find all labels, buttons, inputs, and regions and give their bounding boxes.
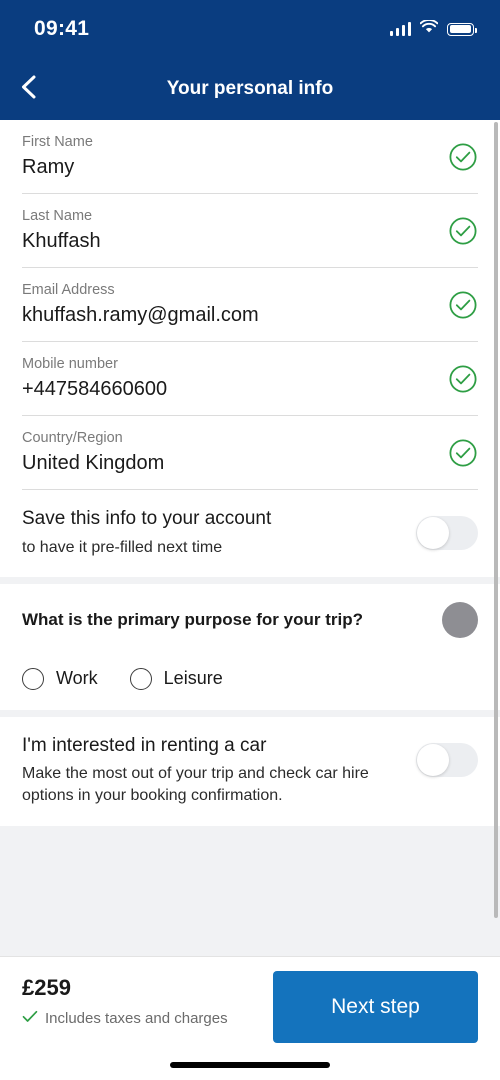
car-rental-row: I'm interested in renting a car Make the… (22, 717, 478, 826)
car-rental-description: Make the most out of your trip and check… (22, 765, 369, 805)
price-summary: £259 Includes taxes and charges (22, 971, 228, 1027)
bottom-action-bar: £259 Includes taxes and charges Next ste… (0, 956, 500, 1080)
radio-circle-icon (22, 667, 44, 690)
status-icons (389, 18, 477, 39)
field-value: +447584660600 (22, 378, 168, 400)
car-rental-card: I'm interested in renting a car Make the… (0, 716, 500, 826)
section-divider (0, 709, 500, 717)
check-circle-icon (448, 216, 478, 246)
car-rental-toggle[interactable] (416, 742, 478, 777)
radio-label: Work (56, 668, 98, 689)
field-first-name[interactable]: First Name Ramy (22, 120, 478, 194)
radio-label: Leisure (163, 668, 223, 689)
field-country-region[interactable]: Country/Region United Kingdom (22, 416, 478, 490)
save-info-subtitle: to have it pre-filled next time (22, 538, 223, 556)
radio-option-leisure[interactable]: Leisure (129, 667, 223, 690)
price-note-label: Includes taxes and charges (45, 1010, 228, 1027)
personal-info-card: First Name Ramy Last Name Khuffash Email… (0, 120, 500, 577)
field-value: United Kingdom (22, 452, 165, 474)
section-divider (0, 576, 500, 584)
total-price: £259 (22, 975, 71, 1000)
toggle-knob (417, 743, 449, 776)
field-value: Khuffash (22, 230, 101, 252)
radio-circle-icon (129, 667, 152, 690)
battery-icon (447, 22, 477, 36)
check-circle-icon (448, 438, 478, 468)
check-circle-icon (448, 142, 478, 172)
home-indicator (170, 1062, 330, 1068)
scroll-content: First Name Ramy Last Name Khuffash Email… (0, 120, 500, 956)
save-info-row: Save this info to your account to have i… (22, 490, 478, 577)
price-note: Includes taxes and charges (22, 1010, 228, 1027)
trip-purpose-options: Work Leisure (22, 667, 478, 690)
field-label: Country/Region (22, 430, 123, 446)
check-circle-icon (448, 364, 478, 394)
field-last-name[interactable]: Last Name Khuffash (22, 194, 478, 268)
check-icon (22, 1010, 38, 1027)
status-time: 09:41 (34, 17, 90, 40)
field-label: Last Name (22, 208, 93, 224)
avatar-circle-icon (442, 601, 478, 638)
check-circle-icon (448, 290, 478, 320)
navigation-bar: Your personal info (0, 58, 500, 120)
field-value: khuffash.ramy@gmail.com (22, 304, 259, 326)
vertical-scrollbar[interactable] (494, 122, 498, 918)
page-title: Your personal info (166, 78, 334, 99)
toggle-knob (417, 517, 449, 549)
next-step-button[interactable]: Next step (273, 971, 478, 1043)
save-info-title: Save this info to your account (22, 508, 272, 529)
car-rental-title: I'm interested in renting a car (22, 734, 267, 756)
signal-bars-icon (389, 22, 411, 36)
field-mobile-number[interactable]: Mobile number +447584660600 (22, 342, 478, 416)
field-email-address[interactable]: Email Address khuffash.ramy@gmail.com (22, 268, 478, 342)
trip-purpose-question: What is the primary purpose for your tri… (22, 609, 363, 629)
trip-purpose-card: What is the primary purpose for your tri… (0, 583, 500, 710)
field-value: Ramy (22, 156, 75, 178)
field-label: Email Address (22, 282, 115, 298)
field-label: First Name (22, 134, 93, 150)
back-button[interactable] (8, 68, 50, 110)
status-bar: 09:41 (0, 0, 500, 58)
field-label: Mobile number (22, 356, 118, 372)
chevron-left-icon (18, 74, 40, 105)
save-info-toggle[interactable] (416, 516, 478, 550)
radio-option-work[interactable]: Work (22, 667, 98, 690)
wifi-icon (419, 18, 439, 39)
